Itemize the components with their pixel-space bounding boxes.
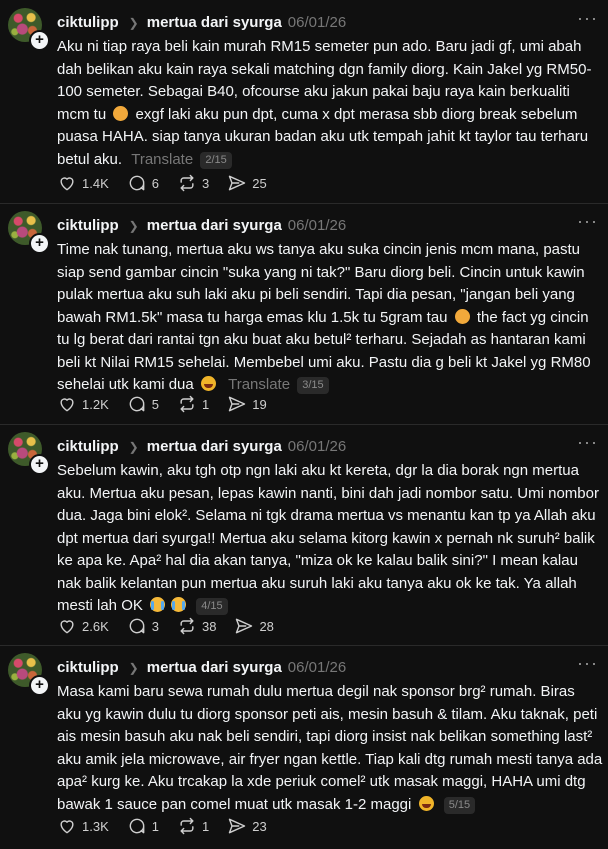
action-bar: 1.4K 6 3 25 (57, 173, 285, 193)
thread-feed: + ciktulipp ❯ mertua dari syurga 06/01/2… (0, 0, 608, 849)
post-divider (0, 424, 608, 425)
action-bar: 1.2K 5 1 19 (57, 394, 285, 414)
like-count: 2.6K (82, 618, 109, 634)
comment-button[interactable]: 6 (127, 173, 159, 193)
page-counter-badge: 3/15 (297, 377, 329, 394)
chevron-right-icon: ❯ (128, 15, 139, 30)
translate-link[interactable]: Translate (131, 151, 193, 168)
send-icon (229, 396, 246, 412)
pleading-face-emoji (454, 308, 470, 324)
heart-icon (60, 398, 74, 412)
post-divider (0, 203, 608, 204)
post-text: Aku ni tiap raya beli kain murah RM15 se… (57, 38, 592, 169)
comment-count: 5 (151, 396, 159, 412)
username[interactable]: ciktulipp (57, 438, 119, 455)
comment-button[interactable]: 3 (127, 616, 159, 636)
like-button[interactable]: 2.6K (57, 616, 109, 636)
send-icon (229, 818, 246, 834)
send-icon (229, 175, 246, 191)
chevron-right-icon: ❯ (128, 439, 139, 454)
comment-count: 6 (151, 175, 159, 191)
action-bar: 2.6K 3 38 28 (57, 616, 292, 636)
share-button[interactable]: 23 (227, 816, 267, 836)
chevron-right-icon: ❯ (128, 218, 139, 233)
translate-link[interactable]: Translate (228, 376, 290, 393)
like-count: 1.2K (82, 396, 109, 412)
like-count: 1.4K (82, 175, 109, 191)
send-icon (236, 618, 253, 634)
page-counter-badge: 5/15 (443, 796, 476, 814)
like-count: 1.3K (82, 818, 109, 834)
like-button[interactable]: 1.3K (57, 816, 109, 836)
comment-button[interactable]: 5 (127, 394, 159, 414)
share-count: 19 (252, 396, 267, 412)
post-text: Time nak tunang, mertua aku ws tanya aku… (57, 241, 591, 394)
repost-icon (180, 395, 194, 413)
share-count: 23 (252, 818, 267, 834)
repost-button[interactable]: 1 (177, 394, 209, 414)
chevron-right-icon: ❯ (128, 660, 139, 675)
community-name[interactable]: mertua dari syurga (147, 217, 282, 234)
crying-face-emoji (150, 597, 166, 612)
heart-icon (60, 820, 74, 834)
repost-button[interactable]: 38 (177, 616, 216, 636)
community-name[interactable]: mertua dari syurga (147, 14, 282, 31)
comment-count: 3 (151, 618, 159, 634)
share-count: 28 (259, 618, 274, 634)
post-date: 06/01/26 (287, 14, 347, 31)
comment-icon (129, 175, 145, 191)
laughing-face-emoji (200, 376, 216, 391)
page-counter-badge: 2/15 (200, 151, 232, 169)
comment-count: 1 (151, 818, 159, 834)
comment-icon (129, 818, 145, 834)
action-bar: 1.3K 1 1 23 (57, 816, 285, 836)
repost-count: 38 (201, 618, 217, 634)
community-name[interactable]: mertua dari syurga (147, 438, 282, 455)
repost-icon (180, 617, 194, 635)
repost-button[interactable]: 1 (177, 816, 209, 836)
repost-count: 1 (201, 396, 210, 412)
post-date: 06/01/26 (287, 217, 347, 234)
share-button[interactable]: 25 (227, 173, 267, 193)
repost-count: 1 (201, 818, 210, 834)
community-name[interactable]: mertua dari syurga (147, 659, 282, 676)
username[interactable]: ciktulipp (57, 14, 119, 31)
post-date: 06/01/26 (287, 438, 347, 455)
share-button[interactable]: 28 (234, 616, 274, 636)
comment-button[interactable]: 1 (127, 816, 159, 836)
username[interactable]: ciktulipp (57, 217, 119, 234)
follow-plus-icon[interactable]: + (29, 233, 50, 254)
more-options-icon[interactable]: ··· (577, 654, 598, 672)
like-button[interactable]: 1.2K (57, 394, 109, 414)
repost-button[interactable]: 3 (177, 173, 209, 193)
more-options-icon[interactable]: ··· (577, 433, 598, 451)
post-text: Masa kami baru sewa rumah dulu mertua de… (57, 683, 603, 814)
follow-plus-icon[interactable]: + (29, 675, 50, 696)
follow-plus-icon[interactable]: + (29, 454, 50, 475)
heart-icon (60, 177, 74, 191)
username[interactable]: ciktulipp (57, 659, 119, 676)
more-options-icon[interactable]: ··· (577, 9, 598, 27)
post-divider (0, 645, 608, 646)
comment-icon (129, 396, 145, 412)
like-button[interactable]: 1.4K (57, 173, 109, 193)
follow-plus-icon[interactable]: + (29, 30, 50, 51)
laughing-face-emoji (418, 795, 434, 811)
more-options-icon[interactable]: ··· (577, 212, 598, 230)
page-counter-badge: 4/15 (196, 598, 228, 615)
repost-icon (180, 174, 194, 192)
share-count: 25 (252, 175, 267, 191)
share-button[interactable]: 19 (227, 394, 267, 414)
post-text: Sebelum kawin, aku tgh otp ngn laki aku … (57, 462, 599, 615)
comment-icon (129, 618, 145, 634)
heart-icon (60, 620, 74, 634)
post-date: 06/01/26 (287, 659, 347, 676)
repost-count: 3 (201, 175, 210, 191)
repost-icon (180, 817, 194, 835)
crying-face-emoji (171, 597, 187, 612)
pleading-face-emoji (113, 105, 129, 121)
